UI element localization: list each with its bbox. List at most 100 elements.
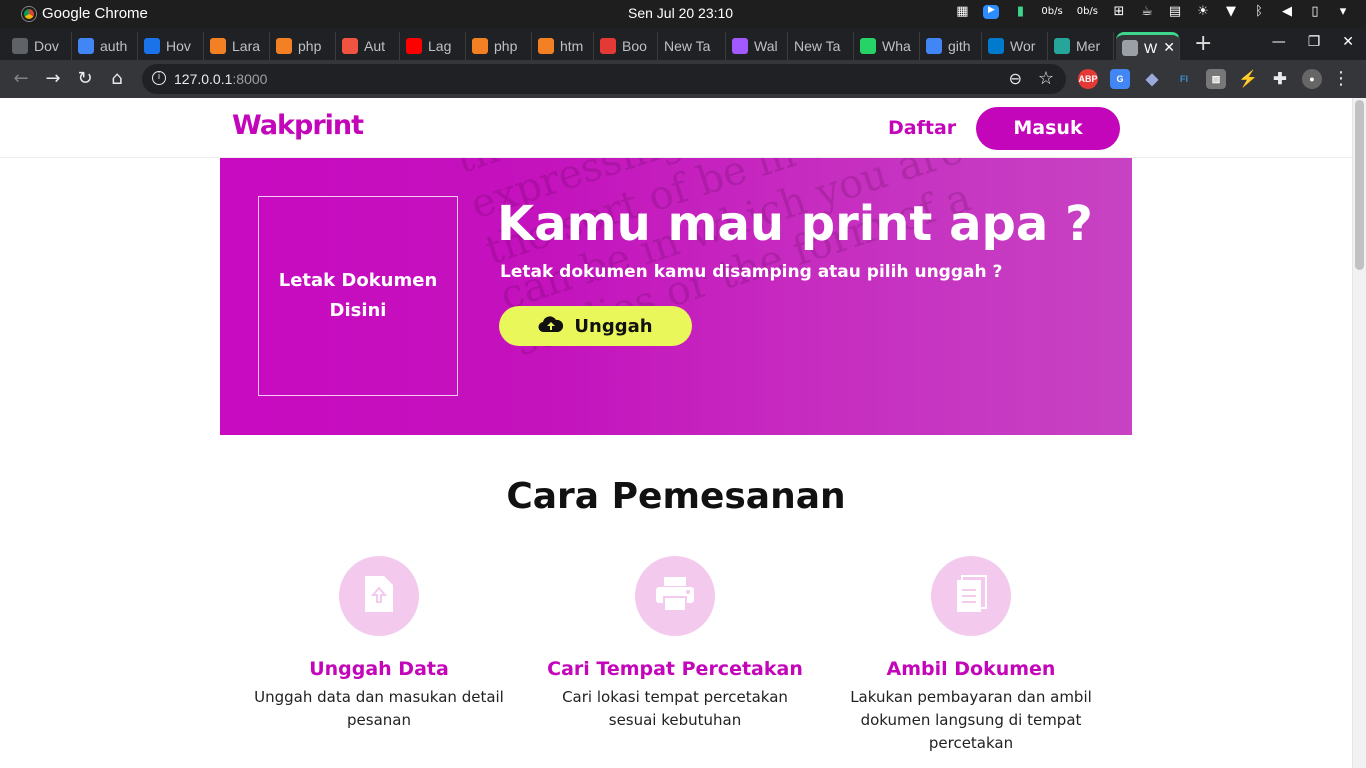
upload-button[interactable]: Unggah bbox=[499, 306, 692, 346]
hero-banner: the Gifting gratitude. If you fake orexp… bbox=[220, 158, 1132, 435]
browser-tab[interactable]: New Ta bbox=[788, 32, 854, 60]
close-tab-icon[interactable]: ✕ bbox=[1163, 39, 1175, 56]
stackoverflow-icon bbox=[472, 38, 488, 54]
tab-label: php bbox=[494, 38, 518, 54]
fi-extension-icon[interactable]: FI bbox=[1174, 69, 1194, 89]
reload-icon[interactable]: ↻ bbox=[74, 68, 96, 89]
login-button[interactable]: Masuk bbox=[976, 107, 1120, 150]
clipboard-icon[interactable]: ▤ bbox=[1168, 4, 1182, 19]
restore-icon[interactable]: ❐ bbox=[1308, 34, 1321, 50]
cpu-icon[interactable]: ▦ bbox=[955, 4, 969, 19]
browser-tab[interactable]: Boo bbox=[594, 32, 658, 60]
browser-tab[interactable]: Dov bbox=[6, 32, 72, 60]
tab-label: Wha bbox=[882, 38, 911, 54]
browser-tab[interactable]: Lag bbox=[400, 32, 466, 60]
browser-tab[interactable]: htm bbox=[532, 32, 594, 60]
browser-tab[interactable]: Lara bbox=[204, 32, 270, 60]
stackoverflow-icon bbox=[210, 38, 226, 54]
tab-label: php bbox=[298, 38, 322, 54]
youtube-icon bbox=[406, 38, 422, 54]
url-host: 127.0.0.1 bbox=[174, 71, 233, 87]
clock[interactable]: Sen Jul 20 23:10 bbox=[628, 5, 733, 21]
step-upload: Unggah Data Unggah data dan masukan deta… bbox=[249, 556, 509, 732]
figma-icon bbox=[732, 38, 748, 54]
browser-tab[interactable]: New Ta bbox=[658, 32, 726, 60]
bookmark-star-icon[interactable]: ☆ bbox=[1038, 68, 1054, 89]
document-icon bbox=[954, 574, 988, 618]
laravel-icon bbox=[342, 38, 358, 54]
image-extension-icon[interactable]: ▨ bbox=[1206, 69, 1226, 89]
gem-icon[interactable]: ◆ bbox=[1142, 69, 1162, 89]
lightning-icon[interactable]: ⚡ bbox=[1238, 69, 1258, 89]
grid-icon[interactable]: ⊞ bbox=[1112, 4, 1126, 19]
cup-icon[interactable]: ▮ bbox=[1013, 4, 1027, 19]
browser-tab[interactable]: Wal bbox=[726, 32, 788, 60]
active-app[interactable]: Google Chrome bbox=[22, 5, 148, 22]
tab-label: Lara bbox=[232, 38, 261, 54]
tab-strip: Dov auth Hov Lara php Aut Lag php htm Boo New Ta Wa… bbox=[0, 28, 1366, 60]
browser-tab[interactable]: W ✕ bbox=[1116, 32, 1180, 60]
back-icon[interactable]: ← bbox=[10, 68, 32, 89]
brightness-icon[interactable]: ☀ bbox=[1196, 4, 1210, 19]
chrome-menu-icon[interactable]: ⋮ bbox=[1332, 68, 1350, 89]
active-app-label: Google Chrome bbox=[42, 5, 148, 22]
globe-icon bbox=[1054, 38, 1070, 54]
stackoverflow-icon bbox=[276, 38, 292, 54]
step-description: Lakukan pembayaran dan ambil dokumen lan… bbox=[850, 688, 1092, 752]
browser-tab[interactable]: Wha bbox=[854, 32, 920, 60]
scrollbar-thumb[interactable] bbox=[1355, 100, 1364, 270]
adblock-icon[interactable]: ABP bbox=[1078, 69, 1098, 89]
vscode-icon bbox=[988, 38, 1004, 54]
hero-subtitle: Letak dokumen kamu disamping atau pilih … bbox=[500, 262, 1003, 282]
zoom-app-icon[interactable]: ▶ bbox=[983, 4, 1000, 19]
file-upload-icon bbox=[363, 574, 395, 618]
bluetooth-icon[interactable]: ᛒ bbox=[1252, 4, 1266, 19]
step-icon-circle bbox=[931, 556, 1011, 636]
browser-tab[interactable]: Hov bbox=[138, 32, 204, 60]
profile-avatar[interactable]: ● bbox=[1302, 69, 1322, 89]
browser-tab[interactable]: Wor bbox=[982, 32, 1048, 60]
minimize-icon[interactable]: — bbox=[1272, 34, 1286, 50]
browser-tab[interactable]: auth bbox=[72, 32, 138, 60]
translate-icon[interactable]: G bbox=[1110, 69, 1130, 89]
home-icon[interactable]: ⌂ bbox=[106, 68, 128, 89]
volume-icon[interactable]: ◀ bbox=[1280, 4, 1294, 19]
battery-icon[interactable]: ▯ bbox=[1308, 4, 1322, 19]
browser-tab[interactable]: php bbox=[466, 32, 532, 60]
os-top-bar: Google Chrome Sen Jul 20 23:10 ▦ ▶ ▮ 0b/… bbox=[0, 0, 1366, 28]
browser-tab[interactable]: Mer bbox=[1048, 32, 1114, 60]
browser-tab[interactable]: gith bbox=[920, 32, 982, 60]
tab-label: Aut bbox=[364, 38, 386, 54]
site-info-icon[interactable]: i bbox=[152, 71, 166, 85]
download-icon bbox=[12, 38, 28, 54]
net-up-speed: 0b/s bbox=[1076, 6, 1098, 17]
zoom-icon[interactable]: ⊖ bbox=[1009, 69, 1022, 88]
doc-icon bbox=[144, 38, 160, 54]
step-collect-document: Ambil Dokumen Lakukan pembayaran dan amb… bbox=[841, 556, 1101, 755]
web-page: Wakprint Daftar Masuk the Gifting gratit… bbox=[0, 98, 1352, 768]
forward-icon[interactable]: → bbox=[42, 68, 64, 89]
system-tray: ▦ ▶ ▮ 0b/s 0b/s ⊞ ☕ ▤ ☀ ▼ ᛒ ◀ ▯ ▾ bbox=[955, 4, 1350, 19]
address-bar[interactable]: i 127.0.0.1:8000 ⊖ ☆ bbox=[142, 64, 1066, 94]
close-window-icon[interactable]: ✕ bbox=[1342, 34, 1354, 50]
coffee-icon[interactable]: ☕ bbox=[1140, 4, 1154, 19]
step-title: Ambil Dokumen bbox=[886, 658, 1056, 680]
tab-label: htm bbox=[560, 38, 584, 54]
wifi-icon[interactable]: ▼ bbox=[1224, 4, 1238, 19]
site-logo[interactable]: Wakprint bbox=[232, 110, 364, 141]
new-tab-button[interactable]: + bbox=[1194, 31, 1212, 56]
browser-tab[interactable]: php bbox=[270, 32, 336, 60]
browser-toolbar: ← → ↻ ⌂ i 127.0.0.1:8000 ⊖ ☆ ABP G ◆ FI … bbox=[0, 60, 1366, 98]
stackoverflow-icon bbox=[538, 38, 554, 54]
browser-tab[interactable]: Aut bbox=[336, 32, 400, 60]
document-dropzone[interactable]: Letak Dokumen Disini bbox=[258, 196, 458, 396]
address-url[interactable]: 127.0.0.1:8000 bbox=[174, 71, 267, 87]
extensions-puzzle-icon[interactable]: ✚ bbox=[1270, 69, 1290, 89]
step-icon-circle bbox=[339, 556, 419, 636]
power-menu-icon[interactable]: ▾ bbox=[1336, 4, 1350, 19]
site-navbar: Wakprint Daftar Masuk bbox=[0, 98, 1352, 158]
register-link[interactable]: Daftar bbox=[888, 117, 956, 139]
page-scrollbar[interactable] bbox=[1352, 98, 1366, 768]
dropzone-label: Letak Dokumen Disini bbox=[278, 270, 438, 321]
section-title: Cara Pemesanan bbox=[506, 476, 846, 517]
